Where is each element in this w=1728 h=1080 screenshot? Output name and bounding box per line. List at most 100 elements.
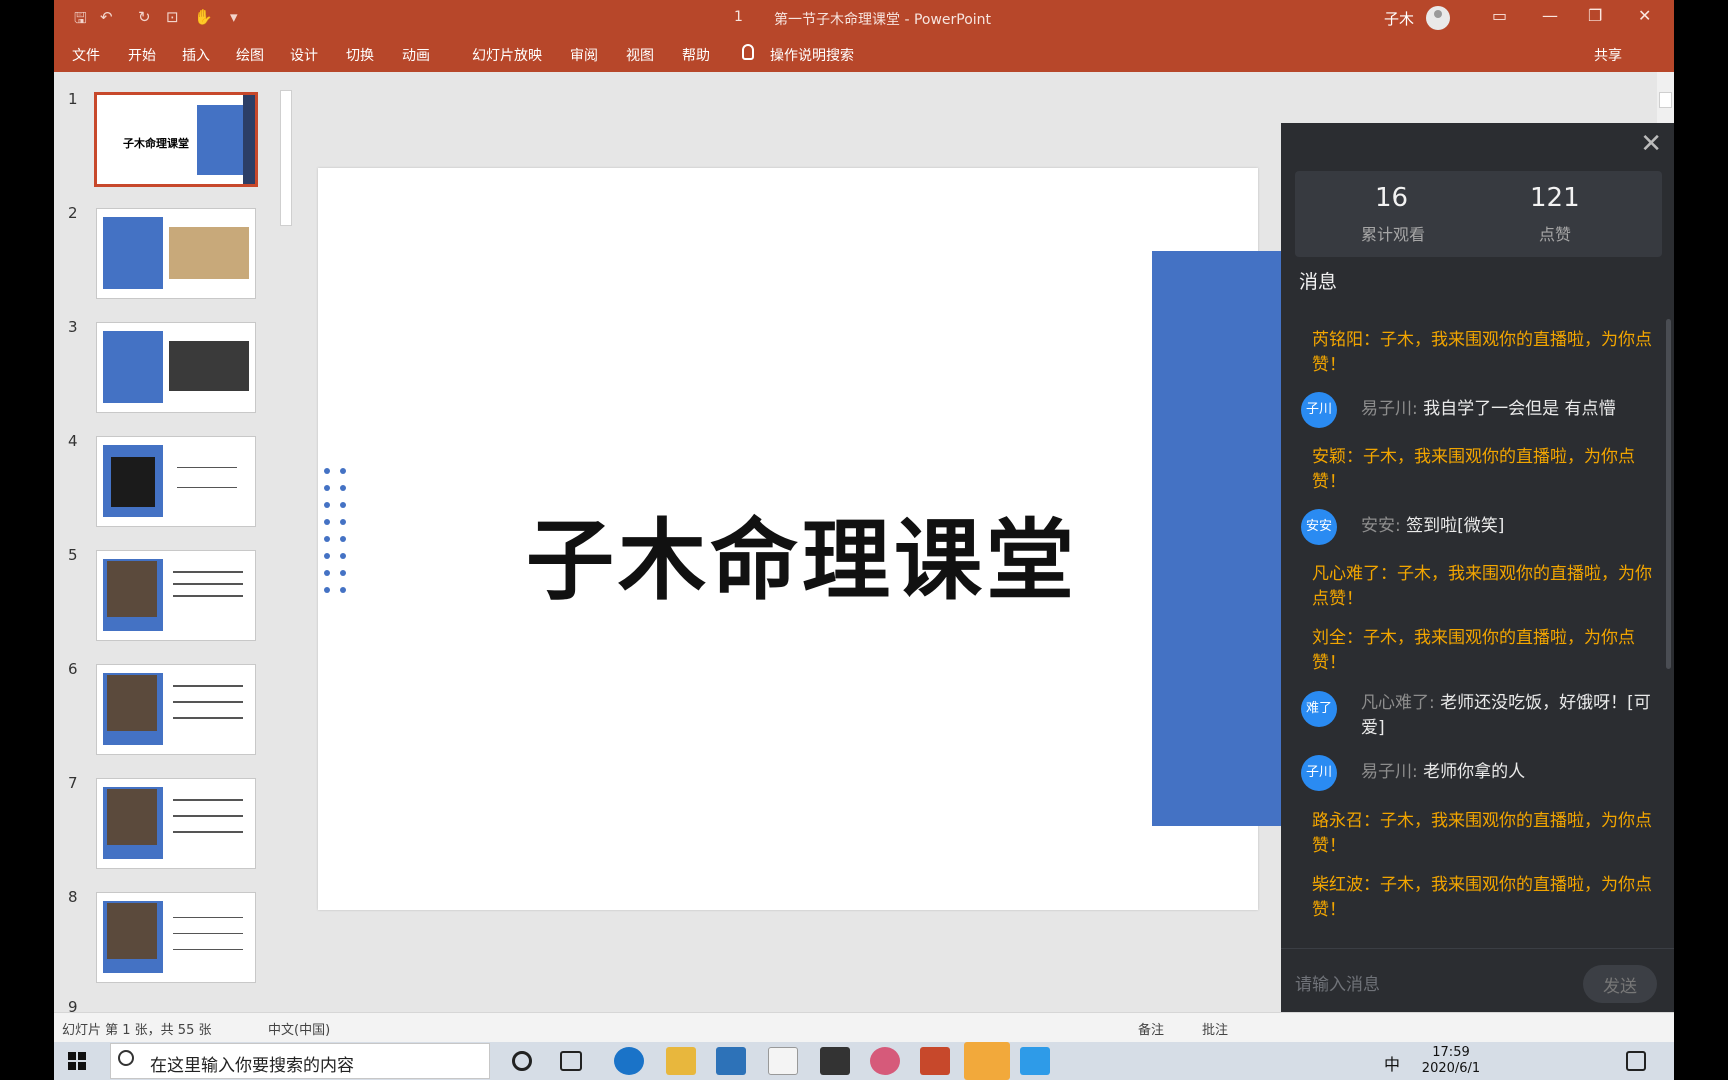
save-icon[interactable]: 🖫 xyxy=(74,8,87,33)
language-status[interactable]: 中文(中国) xyxy=(268,1019,330,1038)
thumb-number: 6 xyxy=(68,660,78,678)
tab-help[interactable]: 帮助 xyxy=(682,45,710,65)
taskbar-search-text[interactable]: 在这里输入你要搜索的内容 xyxy=(150,1051,354,1076)
notification-icon[interactable] xyxy=(1626,1051,1646,1071)
chat-text: 签到啦[微笑] xyxy=(1406,516,1505,536)
undo-icon[interactable]: ↶ xyxy=(100,8,113,26)
tab-animations[interactable]: 动画 xyxy=(402,45,430,65)
tab-file[interactable]: 文件 xyxy=(72,45,100,65)
avatar: 安安 xyxy=(1301,509,1337,545)
tab-insert[interactable]: 插入 xyxy=(182,45,210,65)
slide-thumbnail-7[interactable] xyxy=(96,778,256,869)
notes-button[interactable]: 备注 xyxy=(1138,1019,1164,1038)
present-icon[interactable]: ⊡ xyxy=(166,8,179,26)
ime-indicator[interactable]: 中 xyxy=(1384,1051,1400,1075)
canvas-scrollbar-thumb[interactable] xyxy=(1659,92,1672,108)
thumb-image xyxy=(107,789,157,845)
thumb-number: 1 xyxy=(68,90,78,108)
chat-system-message: 柴红波：子木，我来围观你的直播啦，为你点赞！ xyxy=(1312,875,1652,920)
windows-start-icon[interactable] xyxy=(68,1052,86,1070)
user-avatar[interactable] xyxy=(1426,6,1450,30)
chat-system-message: 路永召：子木，我来围观你的直播啦，为你点赞！ xyxy=(1312,811,1652,856)
chat-user-name: 安安: xyxy=(1361,516,1401,536)
decor-dot xyxy=(340,570,346,576)
close-icon[interactable]: ✕ xyxy=(1640,129,1662,159)
decor-dot xyxy=(340,587,346,593)
user-name[interactable]: 子木 xyxy=(1384,8,1414,29)
decor-dot xyxy=(340,485,346,491)
chat-system-message: 芮铭阳：子木，我来围观你的直播啦，为你点赞！ xyxy=(1312,330,1652,375)
cortana-icon[interactable] xyxy=(512,1051,532,1071)
text-app-icon[interactable] xyxy=(768,1047,798,1075)
thumb-line xyxy=(177,487,237,488)
slide-thumbnail-6[interactable] xyxy=(96,664,256,755)
slide-thumbnail-4[interactable] xyxy=(96,436,256,527)
chat-user-name: 易子川: xyxy=(1361,399,1418,419)
thumb-line xyxy=(173,831,243,833)
thumb-number: 8 xyxy=(68,888,78,906)
share-button[interactable]: 共享 xyxy=(1594,45,1622,65)
chat-text: 老师你拿的人 xyxy=(1423,762,1526,782)
decor-dot xyxy=(340,553,346,559)
clock[interactable]: 17:59 2020/6/1 xyxy=(1416,1045,1486,1077)
tab-slideshow[interactable]: 幻灯片放映 xyxy=(472,45,542,65)
live-stream-panel: ✕ 16 累计观看 121 点赞 消息 芮铭阳：子木，我来围观你的直播啦，为你点… xyxy=(1281,123,1674,1023)
search-icon xyxy=(118,1050,134,1066)
decor-dot xyxy=(324,468,330,474)
chat-system-message: 刘全：子木，我来围观你的直播啦，为你点赞！ xyxy=(1312,628,1635,673)
tab-view[interactable]: 视图 xyxy=(626,45,654,65)
restore-icon[interactable]: ❐ xyxy=(1588,6,1602,25)
chat-message-input[interactable] xyxy=(1295,969,1565,1001)
comments-button[interactable]: 批注 xyxy=(1202,1019,1228,1038)
tab-review[interactable]: 审阅 xyxy=(570,45,598,65)
tab-home[interactable]: 开始 xyxy=(128,45,156,65)
chat-scrollbar[interactable] xyxy=(1666,319,1671,669)
ribbon-tabs: 文件 开始 插入 绘图 设计 切换 动画 幻灯片放映 审阅 视图 帮助 操作说明… xyxy=(54,36,1674,72)
thumb-line xyxy=(173,815,243,817)
tab-design[interactable]: 设计 xyxy=(290,45,318,65)
customize-qat-icon[interactable]: ▾ xyxy=(230,8,238,26)
minimize-icon[interactable]: — xyxy=(1542,6,1558,25)
thumb-line xyxy=(173,933,243,934)
viewer-count: 16 xyxy=(1375,183,1409,213)
slide-title[interactable]: 子木命理课堂 xyxy=(526,490,1078,617)
close-icon[interactable]: ✕ xyxy=(1638,6,1651,25)
slide-thumbnail-5[interactable] xyxy=(96,550,256,641)
send-button[interactable]: 发送 xyxy=(1583,965,1657,1003)
tab-draw[interactable]: 绘图 xyxy=(236,45,264,65)
chat-user-message: 易子川: 老师你拿的人 xyxy=(1361,760,1661,785)
decor-dot xyxy=(340,502,346,508)
decor-dot xyxy=(340,519,346,525)
like-count: 121 xyxy=(1530,183,1580,213)
decor-dot xyxy=(324,502,330,508)
mail-icon[interactable] xyxy=(716,1047,746,1075)
slide-thumbnail-1[interactable]: 子木命理课堂 xyxy=(94,92,258,187)
thumb-image xyxy=(107,561,157,617)
photos-icon[interactable] xyxy=(820,1047,850,1075)
thumb-line xyxy=(173,595,243,597)
chat-text: 我自学了一会但是 有点懵 xyxy=(1423,399,1616,419)
tab-transitions[interactable]: 切换 xyxy=(346,45,374,65)
thumbnail-scrollbar-thumb[interactable] xyxy=(280,90,292,226)
thumb-number: 5 xyxy=(68,546,78,564)
file-explorer-icon[interactable] xyxy=(666,1047,696,1075)
tell-me-search[interactable]: 操作说明搜索 xyxy=(770,45,854,65)
snipping-icon[interactable] xyxy=(870,1047,900,1075)
app-icon[interactable] xyxy=(1020,1047,1050,1075)
live-app-icon[interactable] xyxy=(964,1042,1010,1080)
decor-dot xyxy=(340,468,346,474)
powerpoint-icon[interactable] xyxy=(920,1047,950,1075)
slide-thumbnail-8[interactable] xyxy=(96,892,256,983)
stats-card: 16 累计观看 121 点赞 xyxy=(1295,171,1662,257)
redo-icon[interactable]: ↻ xyxy=(138,8,151,26)
task-view-icon[interactable] xyxy=(560,1051,582,1071)
touch-mode-icon[interactable]: ✋ xyxy=(194,8,213,26)
edge-icon[interactable] xyxy=(614,1047,644,1075)
ribbon-display-icon[interactable]: ▭ xyxy=(1492,6,1507,25)
thumb-side-bar xyxy=(243,95,255,184)
desktop-screen: 🖫 ↶ ↻ ⊡ ✋ ▾ 1 第一节子木命理课堂 - PowerPoint 子木 … xyxy=(54,0,1674,1080)
slide-thumbnail-3[interactable] xyxy=(96,322,256,413)
slide-thumbnail-2[interactable] xyxy=(96,208,256,299)
thumb-line xyxy=(173,685,243,687)
thumb-number: 2 xyxy=(68,204,78,222)
